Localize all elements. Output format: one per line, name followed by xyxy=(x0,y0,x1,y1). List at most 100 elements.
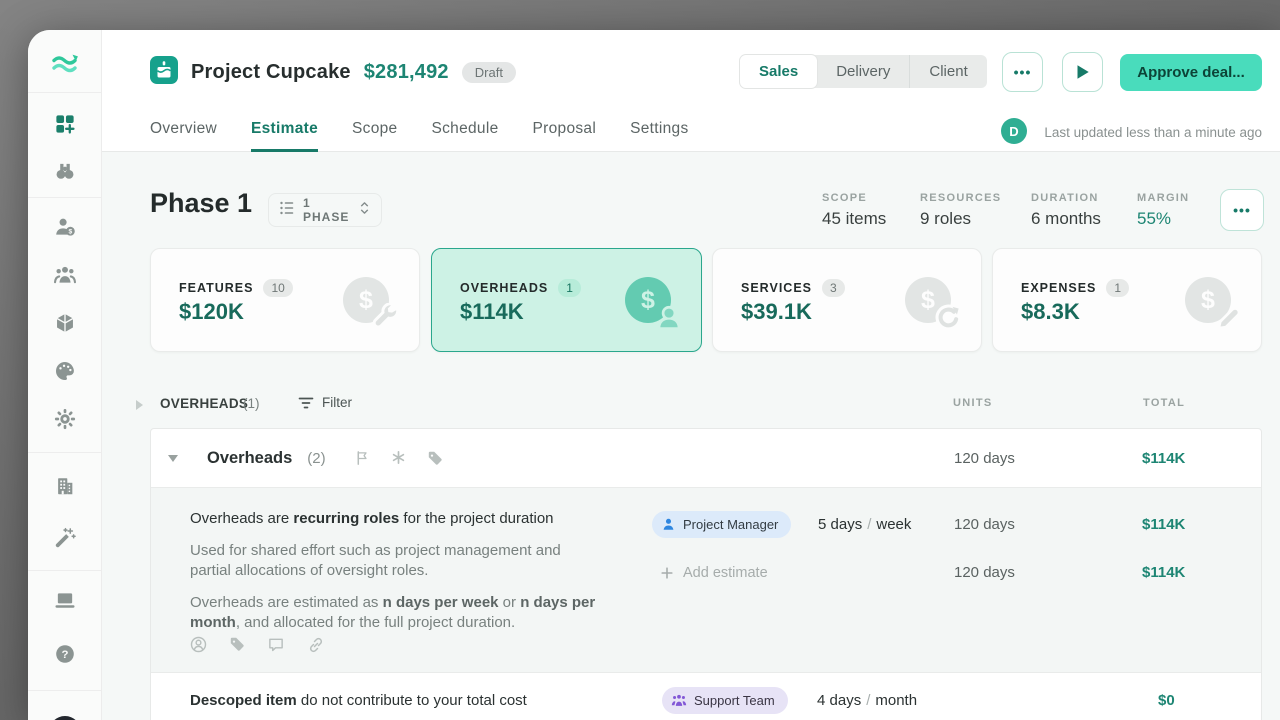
add-estimate-label: Add estimate xyxy=(683,565,768,581)
card-overheads[interactable]: OVERHEADS1 $114K $ xyxy=(431,248,702,352)
stat-margin: MARGIN 55% xyxy=(1137,192,1189,229)
card-features[interactable]: FEATURES 10 $120K $ xyxy=(150,248,420,352)
sidebar-divider xyxy=(28,452,101,453)
phase-selector[interactable]: 1 PHASE xyxy=(268,193,382,227)
tab-proposal[interactable]: Proposal xyxy=(533,120,597,152)
tab-overview[interactable]: Overview xyxy=(150,120,217,152)
filter-icon xyxy=(298,396,314,410)
descoped-rate[interactable]: 4 days/month xyxy=(817,687,917,714)
approve-deal-button[interactable]: Approve deal... xyxy=(1120,54,1262,91)
play-button[interactable] xyxy=(1062,52,1103,92)
play-icon xyxy=(1076,64,1090,80)
card-label: OVERHEADS xyxy=(460,281,548,295)
last-updated-text: Last updated less than a minute ago xyxy=(1044,125,1262,140)
stat-scope: SCOPE 45 items xyxy=(822,192,886,229)
role-chip-support-team[interactable]: Support Team xyxy=(662,687,788,714)
group-name: Overheads xyxy=(207,449,292,468)
section-title: OVERHEADS xyxy=(160,396,248,411)
add-estimate-button[interactable]: Add estimate xyxy=(660,559,768,586)
sidebar-divider xyxy=(28,92,101,93)
svg-text:?: ? xyxy=(61,649,68,661)
sort-carets-icon xyxy=(358,200,371,221)
stat-value: 6 months xyxy=(1031,209,1101,229)
group-action-icons xyxy=(355,450,443,466)
cake-icon xyxy=(150,56,178,89)
person-icon xyxy=(661,517,676,532)
phase-more-button[interactable]: ••• xyxy=(1220,189,1264,231)
tab-estimate[interactable]: Estimate xyxy=(251,120,318,152)
card-count-badge: 3 xyxy=(822,279,845,297)
comment-icon[interactable] xyxy=(267,636,285,653)
view-delivery[interactable]: Delivery xyxy=(817,55,910,88)
sidebar-item-person-dollar-icon[interactable]: $ xyxy=(53,216,77,239)
card-value: $114K xyxy=(460,299,524,325)
stat-duration: DURATION 6 months xyxy=(1031,192,1101,229)
sidebar-item-help-icon[interactable]: ? xyxy=(54,643,76,665)
stat-value: 55% xyxy=(1137,209,1189,229)
estimate-rate[interactable]: 5 days/week xyxy=(818,511,911,538)
desktop-background: $ ? xyxy=(0,0,1280,720)
link-icon[interactable] xyxy=(307,636,325,654)
descoped-info-row: Descoped item do not contribute to your … xyxy=(151,673,1261,720)
dollar-refresh-icon: $ xyxy=(905,277,951,323)
view-client[interactable]: Client xyxy=(910,55,986,88)
stat-resources: RESOURCES 9 roles xyxy=(920,192,1001,229)
sidebar-item-magic-wand-icon[interactable] xyxy=(53,527,76,550)
flag-icon[interactable] xyxy=(355,450,370,466)
tab-bar: Overview Estimate Scope Schedule Proposa… xyxy=(150,120,689,152)
card-services[interactable]: SERVICES3 $39.1K $ xyxy=(712,248,982,352)
group-expand-caret-icon[interactable] xyxy=(168,455,178,462)
section-collapse-caret-icon[interactable] xyxy=(136,400,143,410)
dollar-wrench-icon: $ xyxy=(343,277,389,323)
dollar-person-icon: $ xyxy=(625,277,671,323)
tag-icon[interactable] xyxy=(427,450,443,466)
sidebar-item-gear-icon[interactable] xyxy=(53,408,76,431)
plus-icon xyxy=(660,566,674,580)
view-sales[interactable]: Sales xyxy=(740,55,817,88)
role-chip-project-manager[interactable]: Project Manager xyxy=(652,511,791,538)
section-count: (1) xyxy=(243,396,260,411)
sidebar-divider xyxy=(28,197,101,198)
group-total: $114K xyxy=(1142,429,1185,487)
sidebar-item-binoculars-icon[interactable] xyxy=(53,160,76,183)
filter-label: Filter xyxy=(322,395,352,410)
card-count-badge: 10 xyxy=(263,279,292,297)
user-avatar-brand-icon[interactable] xyxy=(48,715,82,720)
tab-settings[interactable]: Settings xyxy=(630,120,688,152)
table-heading: OVERHEADS (1) Filter UNITS TOTAL xyxy=(102,395,1280,417)
tab-schedule[interactable]: Schedule xyxy=(431,120,498,152)
tag-icon[interactable] xyxy=(229,636,245,652)
role-chip-label: Support Team xyxy=(694,693,775,708)
brand-logo-icon[interactable] xyxy=(50,51,80,77)
asterisk-icon[interactable] xyxy=(391,450,406,465)
sidebar-item-laptop-icon[interactable] xyxy=(53,590,76,611)
card-expenses[interactable]: EXPENSES1 $8.3K $ xyxy=(992,248,1262,352)
sidebar-item-projects-grid-plus-icon[interactable] xyxy=(53,113,76,136)
stat-value: 45 items xyxy=(822,209,886,229)
avatar[interactable]: D xyxy=(1001,118,1027,144)
card-value: $8.3K xyxy=(1021,299,1080,325)
stat-label: MARGIN xyxy=(1137,192,1189,204)
svg-text:$: $ xyxy=(68,229,72,236)
sidebar-divider xyxy=(28,690,101,691)
page-title: Project Cupcake xyxy=(191,61,351,84)
stat-label: RESOURCES xyxy=(920,192,1001,204)
sidebar-item-team-icon[interactable] xyxy=(53,264,77,287)
tab-scope[interactable]: Scope xyxy=(352,120,397,152)
card-label: EXPENSES xyxy=(1021,281,1096,295)
card-count-badge: 1 xyxy=(1106,279,1129,297)
sidebar-item-building-icon[interactable] xyxy=(54,475,76,498)
filter-button[interactable]: Filter xyxy=(298,395,352,410)
role-chip-label: Project Manager xyxy=(683,517,778,532)
column-header-units: UNITS xyxy=(953,397,993,409)
overheads-info-row: Overheads are recurring roles for the pr… xyxy=(151,488,1261,673)
assignee-icon[interactable] xyxy=(190,636,207,653)
card-value: $120K xyxy=(179,299,244,325)
header-more-button[interactable]: ••• xyxy=(1002,52,1043,92)
card-label: FEATURES xyxy=(179,281,253,295)
sidebar-item-cube-icon[interactable] xyxy=(53,312,76,335)
project-identity: Project Cupcake $281,492 Draft xyxy=(150,56,516,88)
group-row[interactable]: Overheads (2) 120 days $114K xyxy=(151,429,1261,488)
sidebar-item-palette-icon[interactable] xyxy=(53,360,76,383)
card-value: $39.1K xyxy=(741,299,812,325)
